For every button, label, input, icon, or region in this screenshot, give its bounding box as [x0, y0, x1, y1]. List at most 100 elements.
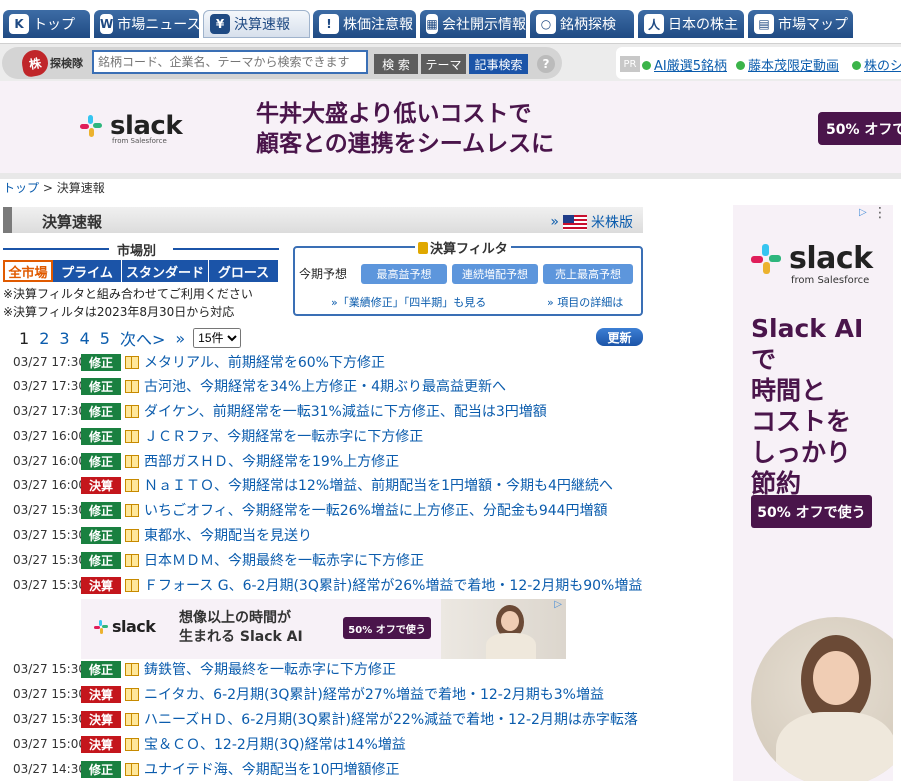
- divider: [0, 173, 901, 179]
- right-ad-line: しっかり: [751, 438, 852, 467]
- news-title-link[interactable]: ニイタカ、6-2月期(3Q累計)経常が27%増益で着地・12-2月期も3%増益: [144, 684, 604, 704]
- tab-disclosure[interactable]: ▦ 会社開示情報: [420, 10, 526, 38]
- news-time: 03/27 16:00: [13, 429, 86, 443]
- market-tab-all[interactable]: 全市場: [3, 260, 53, 282]
- news-title-link[interactable]: 宝＆ＣＯ、12-2月期(3Q)経常は14%増益: [144, 734, 406, 754]
- search-input[interactable]: [92, 50, 368, 74]
- kabutan-icon: K: [9, 14, 29, 34]
- tab-shareholders[interactable]: 人 日本の株主: [638, 10, 744, 38]
- book-icon[interactable]: [125, 404, 139, 418]
- banner-cta-button[interactable]: 50% オフで: [818, 112, 901, 145]
- news-title-link[interactable]: 鋳鉄管、今期最終を一転赤字に下方修正: [144, 659, 396, 679]
- update-button[interactable]: 更新: [596, 328, 643, 346]
- page-1: 1: [19, 328, 30, 348]
- tab-earnings[interactable]: ¥ 決算速報: [203, 10, 310, 38]
- filter-consecutive-dividend-button[interactable]: 連続増配予想: [452, 264, 538, 284]
- last-page-link[interactable]: »: [175, 329, 185, 348]
- news-title-link[interactable]: ＮａＩＴＯ、今期経常は12%増益、前期配当を1円増額・今期も4円継続へ: [144, 475, 613, 495]
- market-tab-standard[interactable]: スタンダード: [122, 260, 209, 282]
- theme-button[interactable]: テーマ: [421, 54, 466, 74]
- filter-record-sales-button[interactable]: 売上最高予想: [543, 264, 633, 284]
- more-options-icon[interactable]: ⋮: [873, 205, 887, 221]
- news-title-link[interactable]: 日本ＭＤＭ、今期最終を一転赤字に下方修正: [144, 550, 424, 570]
- news-type-badge: 修正: [81, 526, 121, 544]
- book-icon[interactable]: [125, 662, 139, 676]
- right-ad-cta-button[interactable]: 50% オフで使う: [751, 495, 872, 528]
- news-type-badge: 修正: [81, 452, 121, 470]
- book-icon[interactable]: [125, 687, 139, 701]
- book-icon[interactable]: [125, 553, 139, 567]
- yen-icon: ¥: [210, 14, 230, 34]
- book-icon[interactable]: [125, 503, 139, 517]
- ad-choices-icon[interactable]: ▷: [554, 599, 562, 610]
- tab-price-alert[interactable]: ! 株価注意報: [313, 10, 416, 38]
- news-title-link[interactable]: いちごオフィ、今期経常を一転26%増益に上方修正、分配金も944円増額: [144, 500, 608, 520]
- news-title-link[interactable]: 古河池、今期経常を34%上方修正・4期ぶり最高益更新へ: [144, 376, 506, 396]
- book-icon[interactable]: [125, 478, 139, 492]
- news-title-link[interactable]: 東都水、今期配当を見送り: [144, 525, 312, 545]
- news-title-link[interactable]: ハニーズＨＤ、6-2月期(3Q累計)経常が22%減益で着地・12-2月期は赤字転…: [144, 709, 638, 729]
- next-page-link[interactable]: 次へ>: [120, 326, 165, 350]
- tab-label: 株価注意報: [343, 17, 413, 33]
- breadcrumb-home[interactable]: トップ: [3, 181, 39, 195]
- market-tab-growth[interactable]: グロース: [209, 260, 279, 282]
- market-tab-prime[interactable]: プライム: [53, 260, 122, 282]
- inline-slack-ad[interactable]: slack 想像以上の時間が 生まれる Slack AI 50% オフで使う ▷: [81, 599, 566, 659]
- chevron-icon: »: [550, 214, 559, 230]
- book-icon[interactable]: [125, 712, 139, 726]
- slack-banner-ad[interactable]: slack from Salesforce 牛丼大盛より低いコストで 顧客との連…: [0, 81, 901, 173]
- news-time: 03/27 15:30: [13, 578, 86, 592]
- person-icon: 人: [644, 14, 664, 34]
- filter-revision-link[interactable]: »「業績修正」「四半期」も見る: [331, 294, 486, 310]
- news-type-badge: 決算: [81, 710, 121, 728]
- pr-link-stock[interactable]: 株のシ: [852, 55, 901, 74]
- right-ad-line: Slack AI で: [751, 314, 864, 374]
- tab-top[interactable]: K トップ: [3, 10, 90, 38]
- slack-wordmark: slack: [789, 241, 873, 276]
- book-icon[interactable]: [125, 379, 139, 393]
- tab-explore[interactable]: ○ 銘柄探検: [530, 10, 634, 38]
- tab-market-map[interactable]: ▤ 市場マップ: [748, 10, 853, 38]
- news-title-link[interactable]: ＪＣＲファ、今期経常を一転赤字に下方修正: [144, 426, 423, 446]
- news-title-link[interactable]: 西部ガスＨＤ、今期経常を19%上方修正: [144, 451, 399, 471]
- pr-link-video[interactable]: 藤本茂限定動画: [736, 55, 839, 74]
- warning-icon: !: [319, 14, 339, 34]
- news-title-link[interactable]: ユナイテド海、今期配当を10円増額修正: [144, 759, 400, 779]
- news-type-badge: 決算: [81, 576, 121, 594]
- tab-label: トップ: [33, 17, 75, 33]
- news-type-badge: 決算: [81, 685, 121, 703]
- inline-ad-cta-button[interactable]: 50% オフで使う: [343, 617, 431, 639]
- us-version-link[interactable]: » 米株版: [550, 212, 633, 232]
- book-icon[interactable]: [125, 762, 139, 776]
- page-5[interactable]: 5: [100, 329, 110, 348]
- page-3[interactable]: 3: [59, 329, 69, 348]
- news-time: 03/27 15:30: [13, 662, 86, 676]
- search-button[interactable]: 検 索: [374, 54, 418, 74]
- filter-record-profit-button[interactable]: 最高益予想: [361, 264, 447, 284]
- book-icon[interactable]: [125, 528, 139, 542]
- divider: [173, 248, 279, 250]
- news-title-link[interactable]: メタリアル、前期経常を60%下方修正: [144, 352, 385, 372]
- tab-market-news[interactable]: W 市場ニュース: [94, 10, 201, 38]
- per-page-select[interactable]: 15件: [193, 328, 242, 348]
- book-icon[interactable]: [125, 429, 139, 443]
- article-search-button[interactable]: 記事検索: [469, 54, 528, 74]
- page-title: 決算速報: [42, 213, 103, 231]
- ad-choices-icon[interactable]: ▷: [859, 207, 871, 219]
- page-2[interactable]: 2: [39, 329, 49, 348]
- news-title-link[interactable]: ダイケン、前期経常を一転31%減益に下方修正、配当は3円増額: [144, 401, 547, 421]
- search-logo-text: 探検隊: [50, 57, 83, 70]
- book-icon[interactable]: [125, 454, 139, 468]
- book-icon[interactable]: [125, 355, 139, 369]
- help-icon[interactable]: ?: [537, 55, 555, 73]
- page-4[interactable]: 4: [80, 329, 90, 348]
- section-header: 決算速報 » 米株版: [3, 207, 643, 233]
- news-row: 03/27 17:30 修正 古河池、今期経常を34%上方修正・4期ぶり最高益更新へ: [13, 375, 506, 397]
- book-icon[interactable]: [125, 578, 139, 592]
- book-icon[interactable]: [125, 737, 139, 751]
- right-slack-ad[interactable]: ▷ ⋮ slack from Salesforce Slack AI で 時間と…: [733, 205, 893, 781]
- news-title-link[interactable]: Ｆフォース G、6-2月期(3Q累計)経常が26%増益で着地・12-2月期も90…: [144, 575, 642, 595]
- filter-details-link[interactable]: » 項目の詳細は: [547, 294, 623, 310]
- news-type-badge: 修正: [81, 402, 121, 420]
- pr-link-ai[interactable]: AI厳選5銘柄: [642, 55, 727, 74]
